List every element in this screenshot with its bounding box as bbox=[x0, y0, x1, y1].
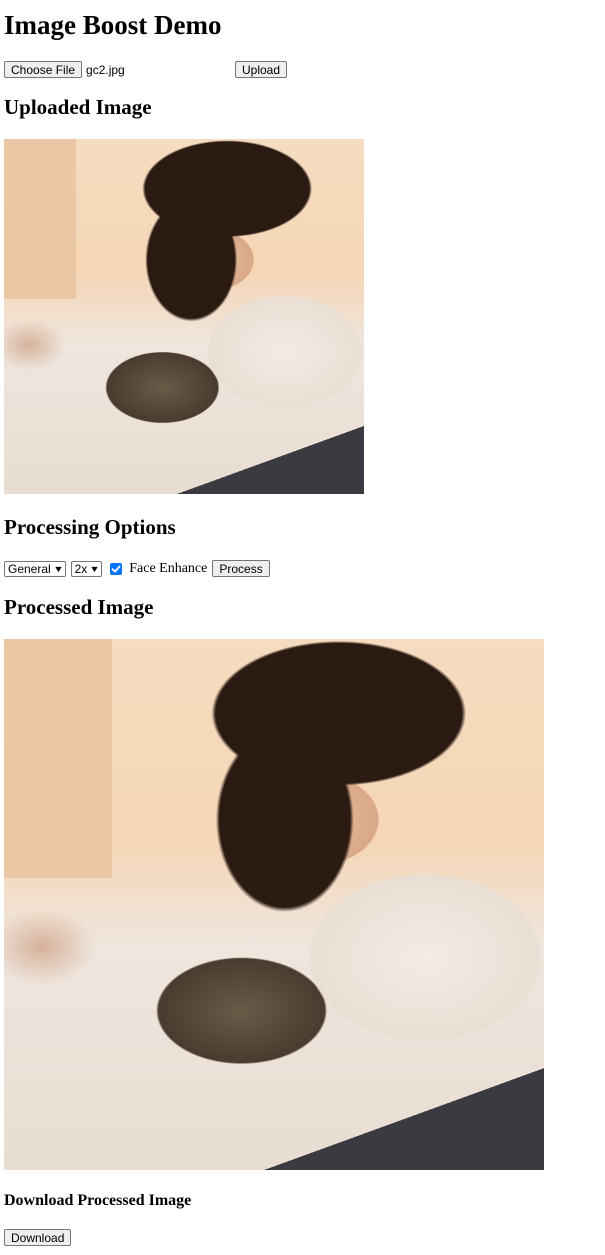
page-title: Image Boost Demo bbox=[4, 10, 222, 40]
processed-image bbox=[4, 639, 544, 1170]
chevron-down-icon: ▼ bbox=[89, 563, 101, 574]
face-enhance-checkbox[interactable] bbox=[110, 562, 123, 575]
chevron-down-icon: ▼ bbox=[52, 563, 64, 574]
upload-button[interactable]: Upload bbox=[235, 61, 288, 78]
processing-options-heading: Processing Options bbox=[4, 515, 176, 539]
scale-select[interactable]: 2x ▼ bbox=[70, 560, 103, 577]
file-picker[interactable]: Choose File gc2.jpg bbox=[4, 61, 125, 78]
uploaded-image-heading: Uploaded Image bbox=[4, 95, 152, 119]
uploaded-image bbox=[4, 139, 364, 494]
selected-file-name: gc2.jpg bbox=[86, 62, 125, 77]
model-select[interactable]: General ▼ bbox=[4, 560, 66, 577]
checkmark-icon bbox=[111, 565, 121, 572]
face-enhance-label: Face Enhance bbox=[129, 560, 208, 576]
model-select-value: General bbox=[8, 561, 51, 576]
processing-options-row: General ▼ 2x ▼ Face Enhance Process bbox=[4, 560, 270, 577]
choose-file-button[interactable]: Choose File bbox=[4, 61, 83, 78]
process-button[interactable]: Process bbox=[212, 560, 270, 577]
scale-select-value: 2x bbox=[74, 561, 88, 576]
download-button[interactable]: Download bbox=[4, 1229, 72, 1246]
processed-image-heading: Processed Image bbox=[4, 595, 154, 619]
download-heading: Download Processed Image bbox=[4, 1192, 192, 1209]
